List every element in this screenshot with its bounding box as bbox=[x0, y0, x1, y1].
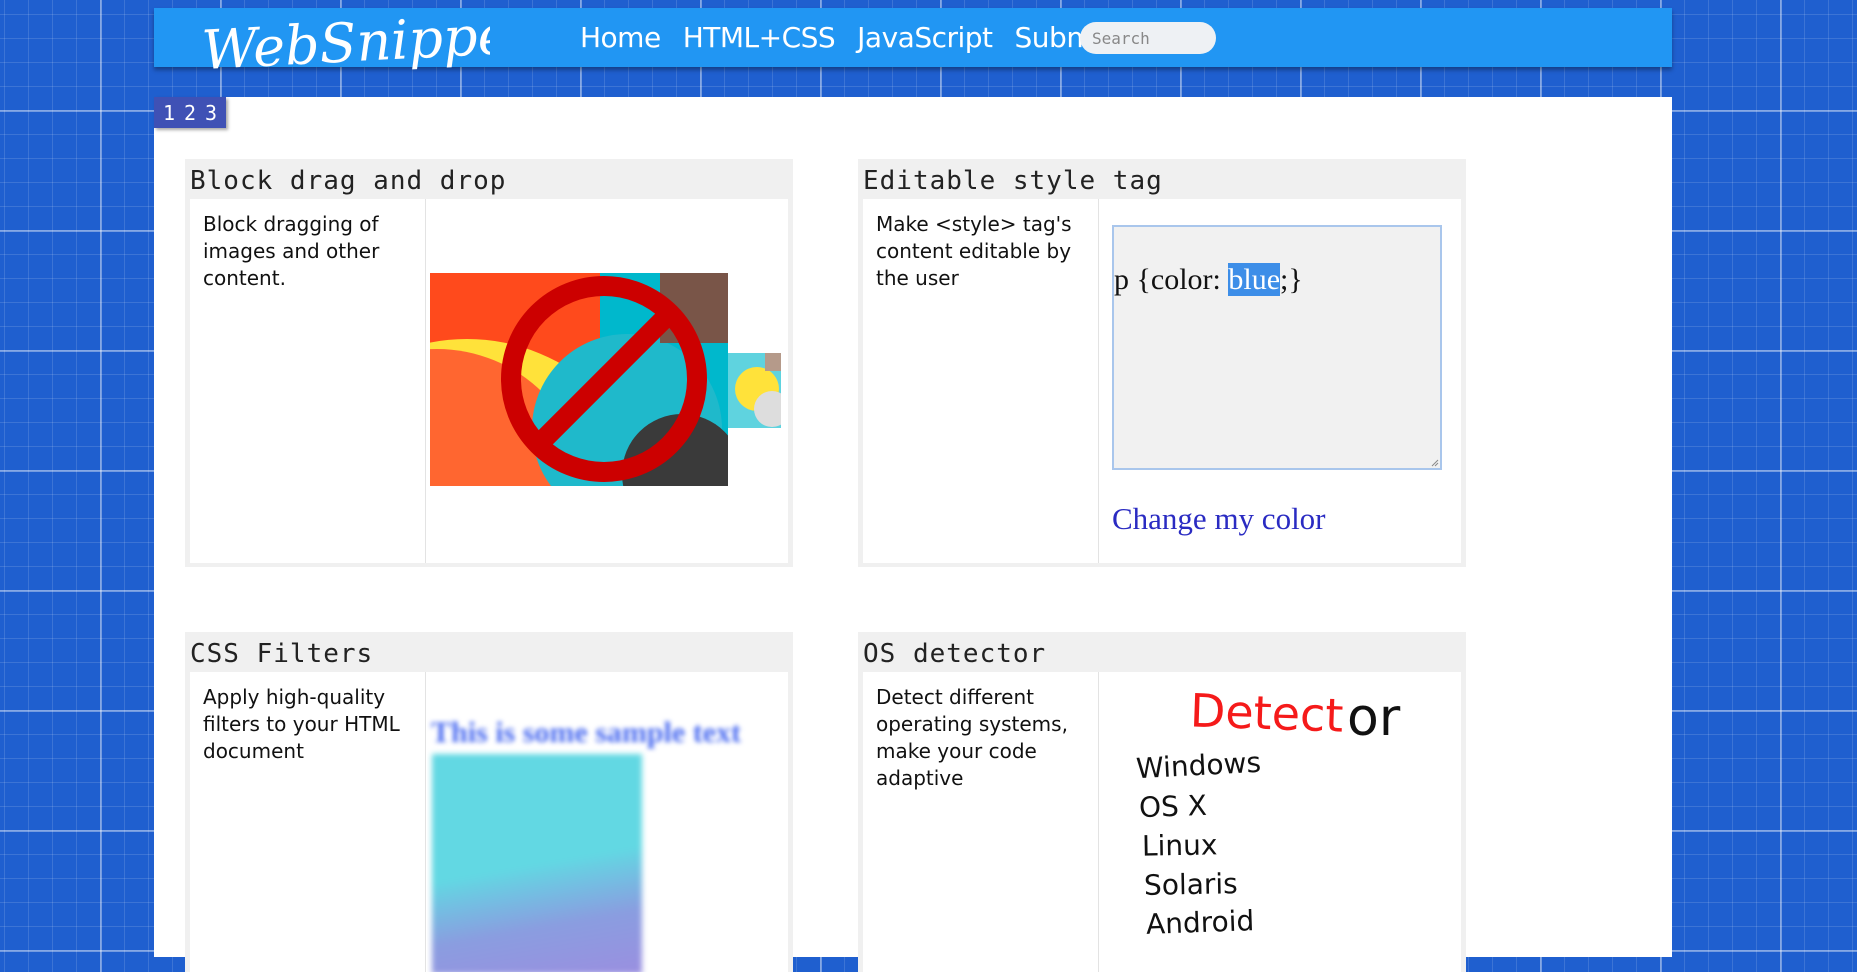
search-input[interactable] bbox=[1080, 22, 1216, 54]
site-header: WebSnippets Home HTML+CSS JavaScript Sub… bbox=[154, 8, 1672, 82]
card-demo: Detect or Windows OS X Linux Solaris And… bbox=[1100, 672, 1461, 972]
card-title[interactable]: CSS Filters bbox=[185, 632, 793, 672]
websnippets-logo[interactable]: WebSnippets bbox=[200, 10, 490, 96]
card-demo: p {color: blue;} Change my color bbox=[1100, 199, 1461, 563]
blurred-sample-text: This is some sample text bbox=[431, 716, 741, 749]
os-item-windows: Windows bbox=[1135, 745, 1262, 786]
snippet-card-css-filters[interactable]: CSS Filters Apply high-quality filters t… bbox=[185, 632, 793, 972]
main-nav: Home HTML+CSS JavaScript Submit bbox=[580, 21, 1111, 54]
snippet-card-editable-style[interactable]: Editable style tag Make <style> tag's co… bbox=[858, 159, 1466, 567]
card-body: Detect different operating systems, make… bbox=[863, 672, 1461, 972]
main-content: 1 2 3 Block drag and drop Block dragging… bbox=[154, 97, 1672, 972]
snippet-card-os-detector[interactable]: OS detector Detect different operating s… bbox=[858, 632, 1466, 972]
card-body: Apply high-quality filters to your HTML … bbox=[190, 672, 788, 972]
card-body: Block dragging of images and other conte… bbox=[190, 199, 788, 563]
blocked-image[interactable] bbox=[427, 199, 788, 563]
nav-home-link[interactable]: Home bbox=[580, 21, 661, 54]
sample-paragraph: Change my color bbox=[1112, 501, 1326, 536]
blurred-gradient-image bbox=[432, 754, 642, 972]
resize-handle-icon[interactable] bbox=[1430, 458, 1439, 467]
svg-text:WebSnippets: WebSnippets bbox=[200, 10, 490, 82]
os-item-linux: Linux bbox=[1141, 828, 1218, 863]
page-3-link[interactable]: 3 bbox=[205, 101, 217, 125]
card-demo: This is some sample text bbox=[427, 672, 788, 972]
card-description: Apply high-quality filters to your HTML … bbox=[190, 672, 426, 972]
selected-text: blue bbox=[1228, 263, 1281, 296]
pagination: 1 2 3 bbox=[154, 97, 226, 128]
card-description: Make <style> tag's content editable by t… bbox=[863, 199, 1099, 563]
card-title[interactable]: Block drag and drop bbox=[185, 159, 793, 199]
card-description: Detect different operating systems, make… bbox=[863, 672, 1099, 972]
card-title[interactable]: Editable style tag bbox=[858, 159, 1466, 199]
page-2-link[interactable]: 2 bbox=[184, 101, 196, 125]
card-title[interactable]: OS detector bbox=[858, 632, 1466, 672]
card-body: Make <style> tag's content editable by t… bbox=[863, 199, 1461, 563]
or-word: or bbox=[1347, 688, 1401, 748]
os-item-osx: OS X bbox=[1138, 788, 1208, 825]
os-item-solaris: Solaris bbox=[1143, 867, 1239, 902]
nav-html-css-link[interactable]: HTML+CSS bbox=[683, 21, 836, 54]
os-item-android: Android bbox=[1145, 904, 1255, 941]
card-description: Block dragging of images and other conte… bbox=[190, 199, 426, 563]
page-1-link[interactable]: 1 bbox=[163, 101, 175, 125]
nav-javascript-link[interactable]: JavaScript bbox=[857, 21, 993, 54]
editable-style-box[interactable]: p {color: blue;} bbox=[1112, 225, 1442, 470]
card-demo bbox=[427, 199, 788, 563]
detect-word: Detect bbox=[1189, 683, 1345, 743]
style-code[interactable]: p {color: blue;} bbox=[1114, 263, 1303, 297]
snippet-card-block-drag[interactable]: Block drag and drop Block dragging of im… bbox=[185, 159, 793, 567]
